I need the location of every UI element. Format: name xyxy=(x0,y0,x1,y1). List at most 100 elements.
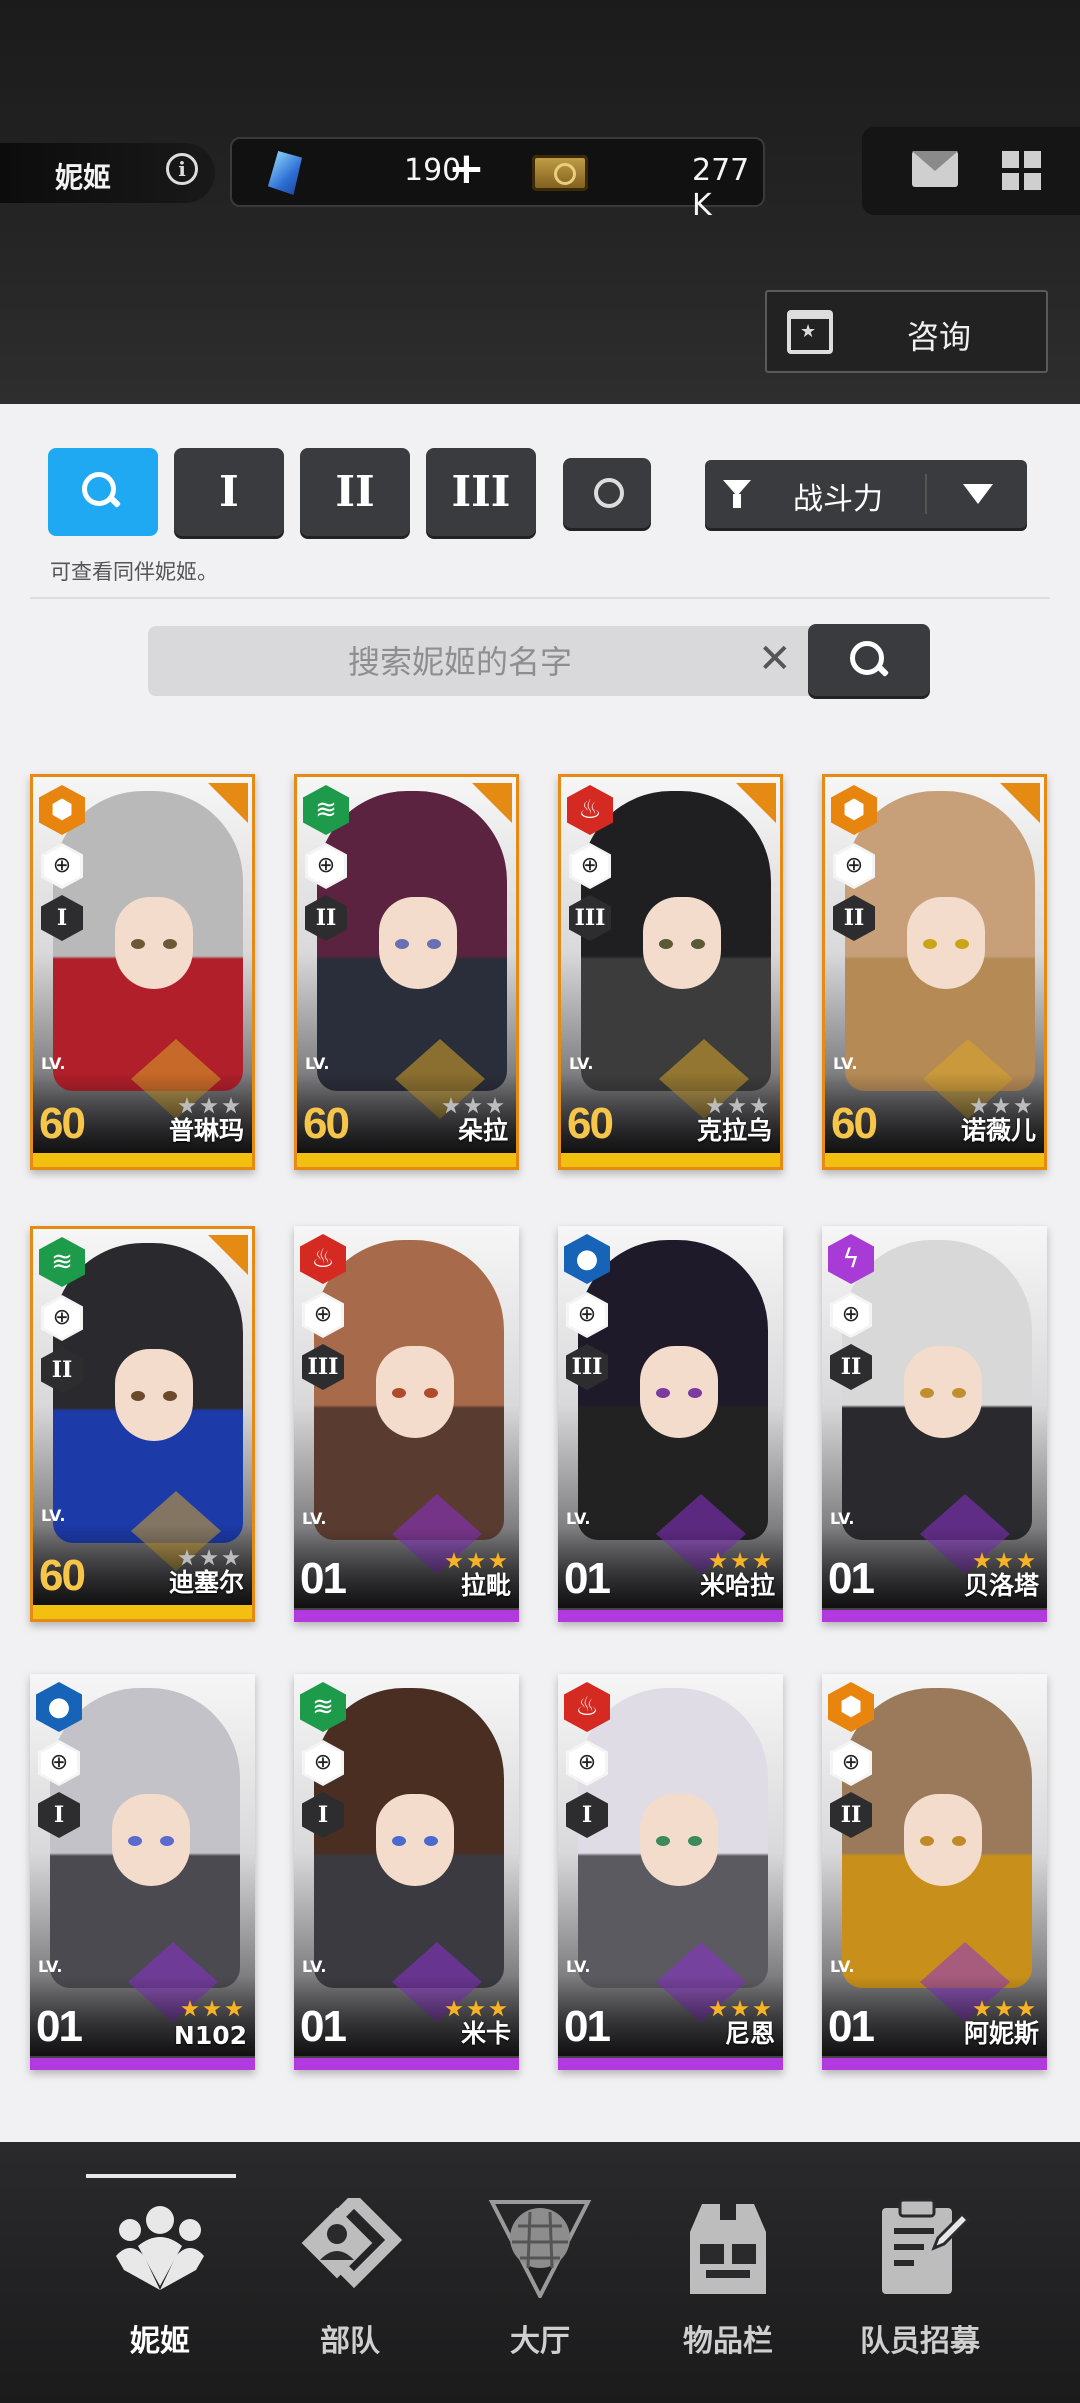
nav-item-inventory[interactable]: 物品栏 xyxy=(620,2142,836,2403)
search-input[interactable] xyxy=(148,626,772,698)
character-face xyxy=(376,1794,454,1886)
nikke-card[interactable]: ⬢ ⊕ I LV. 60 普琳玛 xyxy=(30,774,255,1170)
rarity-bar xyxy=(33,1153,252,1167)
character-eye xyxy=(395,939,409,949)
character-name: 克拉乌 xyxy=(696,1116,772,1145)
character-eye xyxy=(424,1836,438,1846)
character-eye xyxy=(163,939,177,949)
search-submit-button[interactable] xyxy=(808,624,930,696)
rarity-bar xyxy=(822,2058,1047,2070)
level-value: 01 xyxy=(564,2002,611,2051)
level-label: LV. xyxy=(830,1957,855,1976)
character-eye xyxy=(923,939,937,949)
level-label: LV. xyxy=(41,1054,66,1073)
character-eye xyxy=(691,939,705,949)
nikke-card[interactable]: ● ⊕ I LV. 01 N102 xyxy=(30,1674,255,2070)
consult-button-label: 咨询 xyxy=(907,318,972,356)
nikke-card[interactable]: ϟ ⊕ II LV. 01 贝洛塔 xyxy=(822,1226,1047,1622)
level-label: LV. xyxy=(830,1509,855,1528)
filter-all-button[interactable] xyxy=(563,458,651,528)
nikke-card[interactable]: ● ⊕ III LV. 01 米哈拉 xyxy=(558,1226,783,1622)
character-eye xyxy=(656,1836,670,1846)
nikke-list-panel: I II III 战斗力 可查看同伴妮姬。 ✕ ⬢⊕ILV.60普琳玛≋⊕IIL… xyxy=(0,404,1080,2142)
character-name: 尼恩 xyxy=(724,2019,775,2048)
character-name: 米卡 xyxy=(460,2019,511,2048)
nikke-card[interactable]: ≋ ⊕ II LV. 60 迪塞尔 xyxy=(30,1226,255,1622)
character-eye xyxy=(160,1836,174,1846)
nikke-card[interactable]: ⬢ ⊕ II LV. 01 阿妮斯 xyxy=(822,1674,1047,2070)
character-eye xyxy=(163,1391,177,1401)
level-value: 01 xyxy=(36,2002,83,2051)
character-face xyxy=(115,1349,193,1441)
sort-dropdown[interactable]: 战斗力 xyxy=(705,460,1027,528)
character-eye xyxy=(688,1836,702,1846)
nikke-card[interactable]: ♨ ⊕ I LV. 01 尼恩 xyxy=(558,1674,783,2070)
page-title: 妮姬 xyxy=(55,161,112,194)
character-eye xyxy=(659,939,673,949)
star-rating xyxy=(181,2000,245,2018)
character-name: 诺薇儿 xyxy=(960,1116,1036,1145)
character-name: N102 xyxy=(173,2021,247,2050)
character-eye xyxy=(952,1836,966,1846)
character-name: 阿妮斯 xyxy=(963,2019,1039,2048)
level-label: LV. xyxy=(566,1957,591,1976)
rarity-bar xyxy=(825,1153,1044,1167)
nikke-card[interactable]: ⬢ ⊕ II LV. 60 诺薇儿 xyxy=(822,774,1047,1170)
sort-divider xyxy=(925,474,927,514)
level-label: LV. xyxy=(305,1054,330,1073)
rarity-bar xyxy=(822,1610,1047,1622)
squad-icon xyxy=(301,2198,402,2289)
character-eye xyxy=(424,1388,438,1398)
search-toggle-button[interactable] xyxy=(48,448,158,536)
rarity-bar xyxy=(558,1610,783,1622)
nav-label: 大厅 xyxy=(510,2324,570,2359)
nav-item-recruit[interactable]: 队员招募 xyxy=(812,2142,1028,2403)
filter-funnel-icon xyxy=(723,480,751,508)
character-name: 米哈拉 xyxy=(699,1571,775,1600)
nikke-card[interactable]: ≋ ⊕ I LV. 01 米卡 xyxy=(294,1674,519,2070)
search-icon xyxy=(850,641,886,677)
character-eye xyxy=(392,1836,406,1846)
character-name: 贝洛塔 xyxy=(963,1571,1039,1600)
character-eye xyxy=(392,1388,406,1398)
clear-search-icon[interactable]: ✕ xyxy=(758,636,792,682)
rarity-bar xyxy=(558,2058,783,2070)
bottom-navigation: 妮姬 部队 大厅 物品栏 队员招募 xyxy=(0,2142,1080,2403)
menu-grid-icon[interactable] xyxy=(1002,151,1042,191)
character-eye xyxy=(131,939,145,949)
consult-button[interactable]: 咨询 xyxy=(765,290,1048,373)
search-icon xyxy=(82,472,118,508)
add-gems-button[interactable]: + xyxy=(448,143,485,194)
credit-icon xyxy=(532,155,588,191)
level-label: LV. xyxy=(38,1957,63,1976)
nikke-card[interactable]: ♨ ⊕ III LV. 01 拉毗 xyxy=(294,1226,519,1622)
hint-text: 可查看同伴妮姬。 xyxy=(50,560,218,584)
nav-item-squad[interactable]: 部队 xyxy=(242,2142,458,2403)
info-icon[interactable]: i xyxy=(166,153,198,185)
character-name: 迪塞尔 xyxy=(168,1568,244,1597)
rarity-bar xyxy=(294,1610,519,1622)
nav-label: 妮姬 xyxy=(130,2324,190,2359)
nav-item-nikke[interactable]: 妮姬 xyxy=(52,2142,268,2403)
clipboard-icon xyxy=(882,2198,971,2294)
filter-burst-3-button[interactable]: III xyxy=(426,448,536,536)
nav-label: 部队 xyxy=(320,2324,380,2359)
character-name: 普琳玛 xyxy=(168,1116,244,1145)
level-value: 60 xyxy=(831,1099,878,1148)
rarity-bar xyxy=(561,1153,780,1167)
character-eye xyxy=(920,1836,934,1846)
people-icon xyxy=(116,2206,204,2290)
nikke-card[interactable]: ≋ ⊕ II LV. 60 朵拉 xyxy=(294,774,519,1170)
filter-burst-2-button[interactable]: II xyxy=(300,448,410,536)
top-bar: 妮姬 i 190 + 277 K 咨询 xyxy=(0,0,1080,404)
character-eye xyxy=(920,1388,934,1398)
lobby-icon xyxy=(488,2200,592,2298)
caret-down-icon[interactable] xyxy=(963,484,993,504)
character-face xyxy=(376,1346,454,1438)
calendar-icon xyxy=(787,310,833,354)
nikke-card[interactable]: ♨ ⊕ III LV. 60 克拉乌 xyxy=(558,774,783,1170)
filter-burst-1-button[interactable]: I xyxy=(174,448,284,536)
character-eye xyxy=(952,1388,966,1398)
mail-icon[interactable] xyxy=(912,151,958,187)
nav-item-lobby[interactable]: 大厅 xyxy=(432,2142,648,2403)
